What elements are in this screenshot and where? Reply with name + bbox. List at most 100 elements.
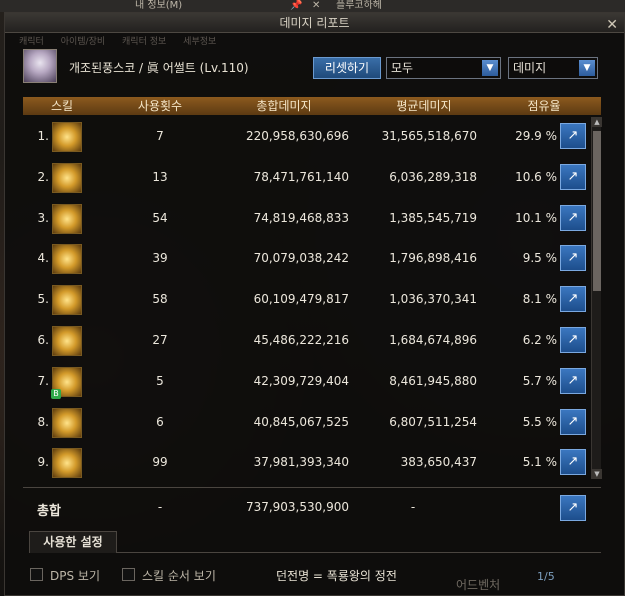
skill-icon bbox=[52, 285, 82, 316]
row-total: 45,486,222,216 bbox=[253, 332, 349, 347]
skill-icon bbox=[51, 366, 82, 399]
share-icon[interactable]: ↗ bbox=[560, 408, 586, 435]
share-icon[interactable]: ↗ bbox=[560, 326, 586, 353]
skill-icon bbox=[52, 203, 82, 234]
summary-label: 총합 bbox=[37, 504, 61, 519]
summary-average: - bbox=[410, 500, 416, 514]
character-row: 개조된풍스코 / 眞 어썰트 (Lv.110) 리셋하기 모두 ▼ 데미지 ▼ bbox=[23, 49, 603, 83]
row-rank: 2. bbox=[37, 169, 49, 184]
table-row: 3. 54 74,819,468,833 1,385,545,719 10.1 … bbox=[23, 199, 601, 240]
header-usage-count: 사용횟수 bbox=[137, 99, 183, 113]
used-settings-tab[interactable]: 사용한 설정 bbox=[29, 531, 117, 553]
row-average: 6,036,289,318 bbox=[389, 169, 477, 184]
header-skill: 스킬 bbox=[50, 99, 74, 113]
share-icon[interactable]: ↗ bbox=[560, 163, 586, 190]
footer-bar: DPS 보기 스킬 순서 보기 던전명 = 폭룡왕의 정전 어드벤처 1/5 bbox=[0, 562, 625, 596]
row-average: 383,650,437 bbox=[400, 455, 477, 470]
share-icon[interactable]: ↗ bbox=[560, 204, 586, 231]
row-average: 6,807,511,254 bbox=[389, 414, 477, 429]
skill-icon bbox=[52, 448, 82, 479]
row-total: 78,471,761,140 bbox=[253, 169, 349, 184]
row-rank: 4. bbox=[37, 251, 49, 266]
close-icon[interactable]: ✕ bbox=[606, 15, 618, 35]
row-rank: 9. bbox=[37, 455, 49, 470]
skill-icon bbox=[52, 244, 82, 275]
table-row: 8. 6 40,845,067,525 6,807,511,254 5.5 % … bbox=[23, 403, 601, 444]
header-average-damage: 평균데미지 bbox=[396, 99, 452, 113]
skill-order-checkbox-label: 스킬 순서 보기 bbox=[142, 569, 216, 583]
character-portrait bbox=[23, 49, 57, 83]
row-total: 220,958,630,696 bbox=[245, 129, 349, 143]
damage-report-window: 데미지 리포트 ✕ 캐릭터 아이템/장비 캐릭터 정보 세부정보 개조된풍스코 … bbox=[4, 12, 625, 596]
scroll-thumb[interactable] bbox=[593, 131, 601, 291]
window-title-bar: 데미지 리포트 ✕ bbox=[5, 13, 624, 33]
row-count: 13 bbox=[152, 169, 168, 184]
chevron-down-icon[interactable]: ▼ bbox=[579, 60, 595, 76]
summary-count: - bbox=[157, 500, 163, 514]
table-row: 1. 7 220,958,630,696 31,565,518,670 29.9… bbox=[23, 117, 601, 158]
skill-icon bbox=[52, 325, 82, 356]
table-row: 7. 5 42,309,729,404 8,461,945,880 5.7 % … bbox=[23, 362, 601, 403]
row-average: 1,036,370,341 bbox=[389, 292, 477, 307]
row-average: 31,565,518,670 bbox=[381, 129, 477, 143]
my-info-tab[interactable]: 내 정보(M) bbox=[135, 0, 182, 12]
skill-order-checkbox[interactable] bbox=[122, 568, 135, 581]
row-count: 7 bbox=[156, 129, 164, 143]
share-icon[interactable]: ↗ bbox=[560, 245, 586, 272]
share-icon[interactable]: ↗ bbox=[560, 367, 586, 394]
ghost-tab: 세부정보 bbox=[183, 37, 217, 47]
row-share: 8.1 % bbox=[522, 292, 557, 307]
skill-icon bbox=[52, 407, 82, 438]
header-share: 점유율 bbox=[527, 99, 561, 113]
row-total: 40,845,067,525 bbox=[253, 414, 349, 429]
row-share: 29.9 % bbox=[515, 129, 557, 143]
chevron-down-icon[interactable]: ▼ bbox=[482, 60, 498, 76]
dps-checkbox-label: DPS 보기 bbox=[50, 569, 100, 583]
pin-icon[interactable]: 📌 bbox=[290, 0, 302, 12]
row-rank: 8. bbox=[37, 414, 49, 429]
ghost-tab: 캐릭터 bbox=[19, 37, 44, 47]
metric-select-value: 데미지 bbox=[513, 61, 547, 75]
background-top-strip: 내 정보(M) 📌 ✕ 플루코하헤 bbox=[0, 0, 625, 12]
row-count: 54 bbox=[152, 210, 168, 225]
row-count: 27 bbox=[152, 332, 168, 347]
background-adventure-text: 어드벤처 bbox=[456, 578, 501, 592]
skill-icon bbox=[52, 162, 82, 193]
metric-select[interactable]: 데미지 ▼ bbox=[508, 57, 598, 79]
ghost-tab: 아이템/장비 bbox=[60, 37, 106, 47]
filter-select[interactable]: 모두 ▼ bbox=[386, 57, 501, 79]
table-row: 4. 39 70,079,038,242 1,796,898,416 9.5 %… bbox=[23, 239, 601, 280]
table-row: 9. 99 37,981,393,340 383,650,437 5.1 % ↗ bbox=[23, 443, 601, 484]
share-icon[interactable]: ↗ bbox=[560, 123, 586, 149]
row-count: 99 bbox=[152, 455, 168, 470]
table-row: 5. 58 60,109,479,817 1,036,370,341 8.1 %… bbox=[23, 280, 601, 321]
scroll-up-icon[interactable]: ▲ bbox=[592, 117, 602, 127]
row-count: 58 bbox=[152, 292, 168, 307]
table-header: 스킬 사용횟수 총합데미지 평균데미지 점유율 bbox=[23, 97, 601, 115]
row-average: 1,385,545,719 bbox=[389, 210, 477, 225]
row-share: 5.1 % bbox=[522, 455, 557, 470]
dps-checkbox[interactable] bbox=[30, 568, 43, 581]
share-icon[interactable]: ↗ bbox=[560, 286, 586, 313]
row-count: 39 bbox=[152, 251, 168, 266]
row-total: 60,109,479,817 bbox=[253, 292, 349, 307]
row-share: 6.2 % bbox=[522, 332, 557, 347]
table-scrollbar[interactable]: ▲ ▼ bbox=[591, 117, 602, 479]
table-body: 1. 7 220,958,630,696 31,565,518,670 29.9… bbox=[23, 117, 601, 484]
share-icon[interactable]: ↗ bbox=[560, 495, 586, 521]
summary-row: 총합 - 737,903,530,900 - ↗ bbox=[23, 487, 601, 523]
row-count: 5 bbox=[156, 373, 164, 388]
row-total: 42,309,729,404 bbox=[253, 373, 349, 388]
filter-select-value: 모두 bbox=[391, 61, 414, 75]
row-rank: 3. bbox=[37, 210, 49, 225]
row-average: 1,684,674,896 bbox=[389, 332, 477, 347]
background-close-icon[interactable]: ✕ bbox=[312, 0, 320, 12]
skill-damage-table: 스킬 사용횟수 총합데미지 평균데미지 점유율 1. 7 220,958,630… bbox=[23, 97, 602, 480]
reset-button[interactable]: 리셋하기 bbox=[313, 57, 381, 79]
row-average: 1,796,898,416 bbox=[389, 251, 477, 266]
row-share: 10.1 % bbox=[515, 210, 557, 225]
share-icon[interactable]: ↗ bbox=[560, 449, 586, 476]
skill-icon bbox=[52, 122, 82, 152]
scroll-down-icon[interactable]: ▼ bbox=[592, 469, 602, 479]
row-total: 74,819,468,833 bbox=[253, 210, 349, 225]
